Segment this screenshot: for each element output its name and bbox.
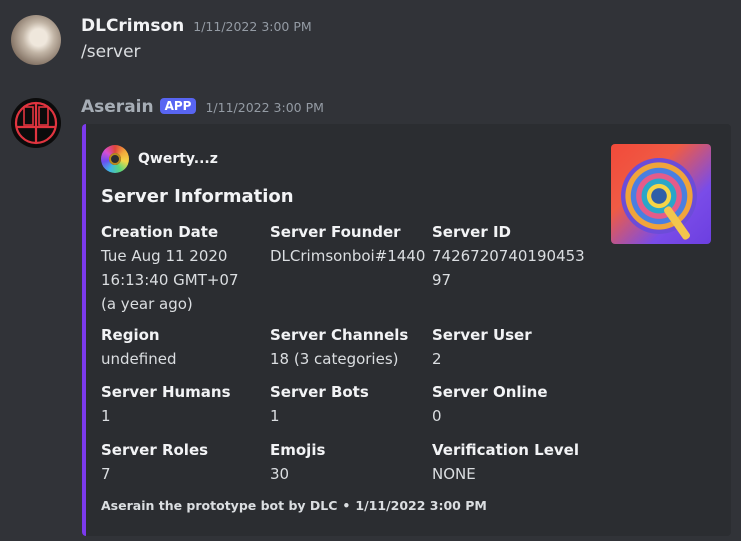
field-value: 1 xyxy=(270,407,280,425)
field-name: Region xyxy=(101,326,160,344)
field-value: DLCrimsonboi#1440 xyxy=(270,247,426,265)
field-name: Server Online xyxy=(432,383,548,401)
field-emojis: Emojis 30 xyxy=(270,440,430,486)
username[interactable]: Aserain xyxy=(81,97,154,117)
field-value: 18 (3 categories) xyxy=(270,350,399,368)
footer-text: Aserain the prototype bot by DLC xyxy=(101,498,338,513)
field-value: 30 xyxy=(270,465,290,483)
embed-footer: Aserain the prototype bot by DLC • 1/11/20… xyxy=(101,498,487,513)
field-verification-level: Verification Level NONE xyxy=(432,440,592,486)
field-server-bots: Server Bots 1 xyxy=(270,382,430,428)
app-badge: APP xyxy=(159,98,197,114)
field-name: Server Founder xyxy=(270,223,401,241)
field-server-user: Server User 2 xyxy=(432,325,592,371)
field-value: 742672074019045397 xyxy=(432,247,585,289)
server-info-embed: Qwerty...z Server Information Creation D… xyxy=(82,124,731,536)
field-name: Server Channels xyxy=(270,326,409,344)
field-server-humans: Server Humans 1 xyxy=(101,382,261,428)
field-server-online: Server Online 0 xyxy=(432,382,592,428)
field-name: Creation Date xyxy=(101,223,219,241)
field-server-roles: Server Roles 7 xyxy=(101,440,261,486)
field-region: Region undefined xyxy=(101,325,261,371)
message-timestamp: 1/11/2022 3:00 PM xyxy=(193,19,312,34)
message-timestamp: 1/11/2022 3:00 PM xyxy=(205,100,324,115)
field-value: 1 xyxy=(101,407,111,425)
field-value: 7 xyxy=(101,465,111,483)
footer-timestamp: 1/11/2022 3:00 PM xyxy=(355,498,487,513)
field-name: Emojis xyxy=(270,441,326,459)
field-value: undefined xyxy=(101,350,177,368)
embed-author: Qwerty...z xyxy=(101,145,218,173)
message-header: Aserain APP 1/11/2022 3:00 PM xyxy=(81,97,324,117)
field-server-channels: Server Channels 18 (3 categories) xyxy=(270,325,430,371)
field-value: Tue Aug 11 2020 16:13:40 GMT+07 (a year … xyxy=(101,247,239,313)
field-server-id: Server ID 742672074019045397 xyxy=(432,222,592,292)
field-server-founder: Server Founder DLCrimsonboi#1440 xyxy=(270,222,430,268)
field-name: Server Roles xyxy=(101,441,209,459)
embed-title: Server Information xyxy=(101,186,294,207)
embed-thumbnail[interactable] xyxy=(611,144,711,244)
avatar[interactable] xyxy=(11,15,61,65)
field-name: Server Bots xyxy=(270,383,369,401)
field-name: Server Humans xyxy=(101,383,231,401)
author-icon xyxy=(101,145,129,173)
field-creation-date: Creation Date Tue Aug 11 2020 16:13:40 G… xyxy=(101,222,261,316)
field-value: NONE xyxy=(432,465,476,483)
embed-author-name: Qwerty...z xyxy=(138,151,218,167)
field-name: Server User xyxy=(432,326,532,344)
message-header: DLCrimson 1/11/2022 3:00 PM xyxy=(81,16,312,36)
field-name: Server ID xyxy=(432,223,511,241)
avatar[interactable] xyxy=(11,98,61,148)
message-content: /server xyxy=(81,42,141,62)
footer-separator: • xyxy=(342,498,351,513)
username[interactable]: DLCrimson xyxy=(81,16,184,36)
embed-accent-bar xyxy=(82,124,86,536)
field-value: 2 xyxy=(432,350,442,368)
field-value: 0 xyxy=(432,407,442,425)
field-name: Verification Level xyxy=(432,441,579,459)
smash-logo-icon xyxy=(14,101,58,145)
